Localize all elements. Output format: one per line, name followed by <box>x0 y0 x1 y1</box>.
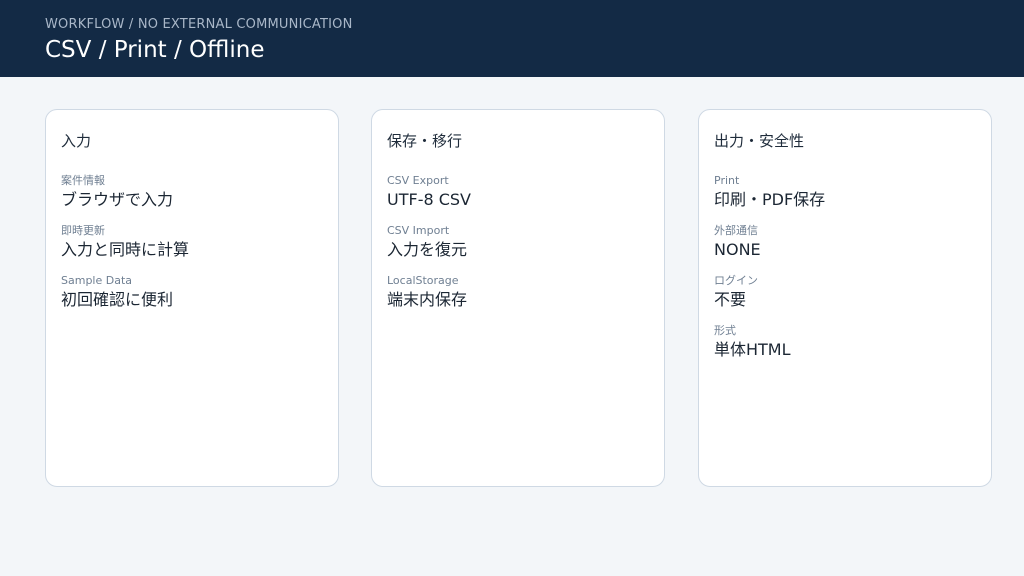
page-title: CSV / Print / Offline <box>45 37 265 63</box>
field-sample-data: Sample Data 初回確認に便利 <box>61 274 321 310</box>
field-value: NONE <box>714 240 761 259</box>
field-label: 外部通信 <box>714 224 758 237</box>
field-label: 案件情報 <box>61 174 105 187</box>
field-format: 形式 単体HTML <box>714 324 974 360</box>
field-value: 単体HTML <box>714 340 791 359</box>
card-input: 入力 案件情報 ブラウザで入力 即時更新 入力と同時に計算 Sample Dat… <box>45 109 339 487</box>
field-local-storage: LocalStorage 端末内保存 <box>387 274 647 310</box>
field-csv-import: CSV Import 入力を復元 <box>387 224 647 260</box>
field-label: Sample Data <box>61 274 133 287</box>
field-value: 端末内保存 <box>387 290 468 309</box>
field-value: 不要 <box>714 290 747 309</box>
field-login: ログイン 不要 <box>714 274 974 310</box>
card-title: 入力 <box>61 132 92 150</box>
field-value: UTF-8 CSV <box>387 190 471 209</box>
field-value: 入力を復元 <box>387 240 468 259</box>
field-label: 即時更新 <box>61 224 105 237</box>
field-label: LocalStorage <box>387 274 459 287</box>
field-label: ログイン <box>714 274 758 287</box>
field-instant-update: 即時更新 入力と同時に計算 <box>61 224 321 260</box>
card-title: 保存・移行 <box>387 132 463 150</box>
card-title: 出力・安全性 <box>714 132 805 150</box>
card-output-security: 出力・安全性 Print 印刷・PDF保存 外部通信 NONE ログイン 不要 … <box>698 109 992 487</box>
field-label: CSV Export <box>387 174 449 187</box>
header-eyebrow: WORKFLOW / NO EXTERNAL COMMUNICATION <box>45 17 353 32</box>
field-value: 初回確認に便利 <box>61 290 174 309</box>
field-case-info: 案件情報 ブラウザで入力 <box>61 174 321 210</box>
field-value: 入力と同時に計算 <box>61 240 190 259</box>
field-label: 形式 <box>714 324 736 337</box>
field-external-communication: 外部通信 NONE <box>714 224 974 260</box>
card-save-migrate: 保存・移行 CSV Export UTF-8 CSV CSV Import 入力… <box>371 109 665 487</box>
field-print: Print 印刷・PDF保存 <box>714 174 974 210</box>
field-label: CSV Import <box>387 224 450 237</box>
header-bar: WORKFLOW / NO EXTERNAL COMMUNICATION CSV… <box>0 0 1024 77</box>
field-value: 印刷・PDF保存 <box>714 190 826 209</box>
field-value: ブラウザで入力 <box>61 190 174 209</box>
field-csv-export: CSV Export UTF-8 CSV <box>387 174 647 210</box>
field-label: Print <box>714 174 740 187</box>
